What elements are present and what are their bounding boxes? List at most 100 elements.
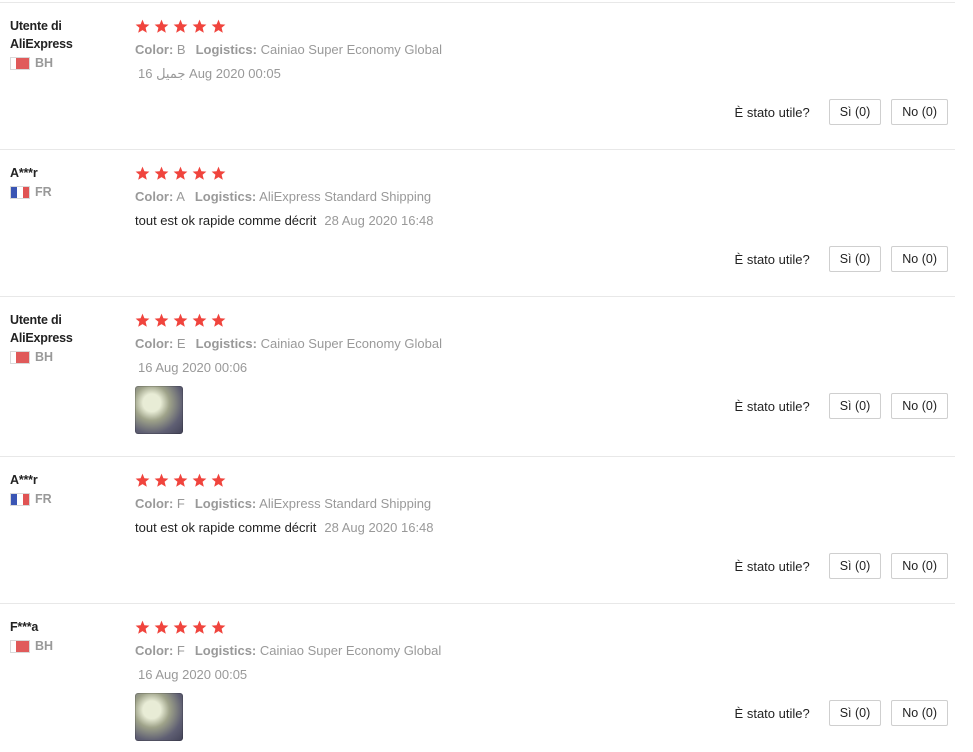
color-label: Color: <box>135 42 174 57</box>
star-icon <box>154 166 169 180</box>
star-icon <box>192 313 207 327</box>
reviewer-info: Utente di AliExpress BH <box>10 311 120 364</box>
country-code: BH <box>35 639 54 653</box>
color-value: E <box>176 336 186 351</box>
review-date: جميل 16 Aug 2020 00:05 <box>138 66 281 81</box>
star-icon <box>173 620 188 634</box>
review-item: Utente di AliExpress BH Color: B Logistics:… <box>0 2 955 150</box>
reviewer-name: A***r <box>10 473 38 487</box>
star-icon <box>154 473 169 487</box>
star-icon <box>135 620 150 634</box>
reviewer-name: Utente di AliExpress <box>10 313 73 345</box>
helpful-votes: È stato utile? Sì (0) No (0) <box>735 393 948 419</box>
review-feedback: 16 Aug 2020 00:05 <box>135 666 695 683</box>
logistics-label: Logistics: <box>194 189 257 204</box>
bh-flag-icon <box>10 639 30 653</box>
reviewer-info: Utente di AliExpress BH <box>10 17 120 70</box>
country-code: BH <box>35 56 54 70</box>
bh-flag-icon <box>10 350 30 364</box>
star-rating <box>135 17 695 35</box>
review-feedback: tout est ok rapide comme décrit 28 Aug 20… <box>135 212 695 229</box>
review-photo-thumbnail[interactable] <box>135 386 183 434</box>
product-attributes: Color: E Logistics: Cainiao Super Economy… <box>135 335 695 352</box>
helpful-yes-button[interactable]: Sì (0) <box>828 700 882 726</box>
reviewer-country: BH <box>10 350 120 364</box>
star-icon <box>192 166 207 180</box>
review-feedback: 16 Aug 2020 00:06 <box>135 359 695 376</box>
reviewer-name: Utente di AliExpress <box>10 19 73 51</box>
star-icon <box>211 620 226 634</box>
color-value: F <box>176 643 185 658</box>
helpful-no-button[interactable]: No (0) <box>891 553 948 579</box>
color-value: F <box>176 496 185 511</box>
helpful-yes-button[interactable]: Sì (0) <box>828 246 882 272</box>
review-feedback: tout est ok rapide comme décrit 28 Aug 20… <box>135 519 695 536</box>
helpful-votes: È stato utile? Sì (0) No (0) <box>735 553 948 579</box>
country-code: FR <box>35 492 52 506</box>
color-label: Color: <box>135 336 174 351</box>
star-icon <box>211 473 226 487</box>
helpful-question: È stato utile? <box>734 104 810 120</box>
review-text: tout est ok rapide comme décrit <box>135 520 317 535</box>
star-icon <box>192 473 207 487</box>
helpful-question: È stato utile? <box>734 558 810 574</box>
star-icon <box>135 313 150 327</box>
reviewer-country: BH <box>10 639 120 653</box>
reviewer-info: A***r FR <box>10 471 120 506</box>
reviewer-country: FR <box>10 492 120 506</box>
color-label: Color: <box>135 643 174 658</box>
country-code: FR <box>35 185 52 199</box>
star-icon <box>211 166 226 180</box>
star-icon <box>154 313 169 327</box>
review-content: Color: F Logistics: AliExpress Standard S… <box>135 471 695 536</box>
review-date: 16 Aug 2020 00:05 <box>138 667 248 682</box>
helpful-question: È stato utile? <box>734 251 810 267</box>
helpful-no-button[interactable]: No (0) <box>891 99 948 125</box>
helpful-no-button[interactable]: No (0) <box>891 393 948 419</box>
logistics-label: Logistics: <box>194 496 257 511</box>
reviewer-country: BH <box>10 56 120 70</box>
star-rating <box>135 311 695 329</box>
helpful-question: È stato utile? <box>734 398 810 414</box>
color-label: Color: <box>135 496 174 511</box>
logistics-label: Logistics: <box>195 336 257 351</box>
product-attributes: Color: F Logistics: AliExpress Standard S… <box>135 495 695 512</box>
color-value: A <box>176 189 185 204</box>
bh-flag-icon <box>10 56 30 70</box>
star-icon <box>192 19 207 33</box>
helpful-yes-button[interactable]: Sì (0) <box>828 553 882 579</box>
helpful-yes-button[interactable]: Sì (0) <box>828 393 882 419</box>
helpful-votes: È stato utile? Sì (0) No (0) <box>735 700 948 726</box>
product-attributes: Color: A Logistics: AliExpress Standard S… <box>135 188 695 205</box>
review-item: A***r FR Color: F Logistics: AliExpress Sta… <box>0 456 955 604</box>
reviewer-name: F***a <box>10 620 39 634</box>
review-item: A***r FR Color: A Logistics: AliExpress Sta… <box>0 149 955 297</box>
fr-flag-icon <box>10 185 30 199</box>
logistics-label: Logistics: <box>194 643 257 658</box>
fr-flag-icon <box>10 492 30 506</box>
color-label: Color: <box>135 189 174 204</box>
logistics-value: Cainiao Super Economy Global <box>260 336 442 351</box>
helpful-yes-button[interactable]: Sì (0) <box>828 99 882 125</box>
reviewer-info: A***r FR <box>10 164 120 199</box>
star-icon <box>211 19 226 33</box>
star-icon <box>192 620 207 634</box>
star-icon <box>135 473 150 487</box>
reviewer-info: F***a BH <box>10 618 120 653</box>
star-rating <box>135 618 695 636</box>
review-date: 16 Aug 2020 00:06 <box>138 360 248 375</box>
helpful-votes: È stato utile? Sì (0) No (0) <box>735 246 948 272</box>
review-item: Utente di AliExpress BH Color: E Logistics:… <box>0 296 955 457</box>
star-icon <box>173 473 188 487</box>
helpful-no-button[interactable]: No (0) <box>891 246 948 272</box>
star-icon <box>173 313 188 327</box>
review-date: 28 Aug 2020 16:48 <box>324 520 434 535</box>
review-content: Color: A Logistics: AliExpress Standard S… <box>135 164 695 229</box>
logistics-label: Logistics: <box>195 42 257 57</box>
review-content: Color: E Logistics: Cainiao Super Economy… <box>135 311 695 434</box>
country-code: BH <box>35 350 54 364</box>
star-rating <box>135 164 695 182</box>
review-photo-thumbnail[interactable] <box>135 693 183 741</box>
review-item: F***a BH Color: F Logistics: Cainiao Super … <box>0 603 955 752</box>
helpful-no-button[interactable]: No (0) <box>891 700 948 726</box>
